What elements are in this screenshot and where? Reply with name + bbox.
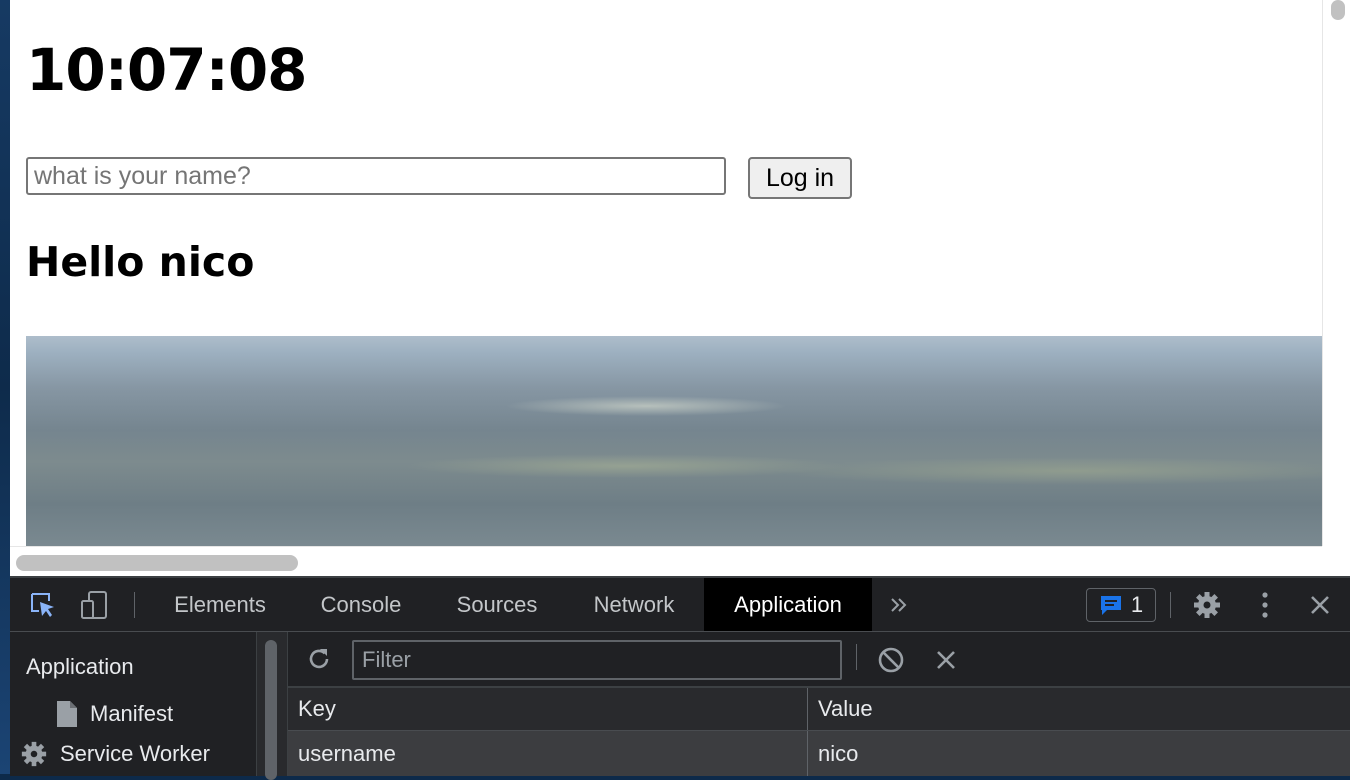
issues-count: 1 [1130,592,1144,617]
storage-toolbar [288,632,1350,688]
chevron-double-right-icon[interactable] [884,590,914,620]
tab-sources[interactable]: Sources [440,578,554,631]
clock: 10:07:08 [26,36,308,104]
background-image [26,336,1322,546]
row-value: nico [818,740,859,766]
login-button[interactable]: Log in [748,157,852,199]
sidebar-item-manifest[interactable]: Manifest [56,698,173,730]
toolbar-separator [1170,592,1171,618]
storage-table-header: Key Value [288,688,1350,731]
issue-message-icon [1099,594,1123,616]
application-sidebar: Application Manifest Service Worker [10,632,256,776]
close-devtools-icon[interactable] [1305,590,1335,620]
column-header-key[interactable]: Key [288,688,807,730]
page-viewport: 10:07:08 Log in Hello nico [10,0,1350,576]
sidebar-scrollbar[interactable] [256,632,288,780]
delete-selected-icon[interactable] [931,645,961,675]
storage-panel: Key Value username nico [288,632,1350,776]
devtools-toolbar: Elements Console Sources Network Applica… [10,578,1350,632]
toolbar-separator [134,592,135,618]
row-key: username [298,740,396,766]
inspect-element-icon[interactable] [28,590,58,620]
settings-gear-icon[interactable] [1192,590,1222,620]
horizontal-scrollbar-thumb[interactable] [16,555,298,571]
name-input[interactable] [26,157,726,195]
issues-button[interactable]: 1 [1086,588,1156,622]
tab-elements[interactable]: Elements [160,578,280,631]
toolbar-separator [856,644,857,670]
sidebar-item-label: Service Worker [60,741,210,766]
vertical-scrollbar[interactable] [1322,0,1350,546]
column-header-value[interactable]: Value [808,688,1350,730]
devtools-panel: Elements Console Sources Network Applica… [10,576,1350,780]
clear-all-icon[interactable] [876,645,906,675]
horizontal-scrollbar[interactable] [10,546,1322,576]
sidebar-heading[interactable]: Application [26,654,134,680]
table-row[interactable]: username nico [288,731,1350,776]
refresh-icon[interactable] [304,644,334,674]
tab-network[interactable]: Network [576,578,692,631]
filter-input[interactable] [352,640,842,680]
sidebar-item-service-worker[interactable]: Service Worker [21,738,210,770]
tab-console[interactable]: Console [302,578,420,631]
sidebar-scrollbar-thumb[interactable] [265,640,277,780]
desktop-background [0,0,10,774]
device-toolbar-icon[interactable] [80,590,110,620]
more-options-icon[interactable] [1250,590,1280,620]
file-icon [56,700,78,728]
greeting: Hello nico [26,238,255,286]
vertical-scrollbar-thumb[interactable] [1331,0,1345,20]
gear-icon [20,740,48,768]
tab-application[interactable]: Application [704,578,872,631]
sidebar-item-label: Manifest [90,701,174,726]
